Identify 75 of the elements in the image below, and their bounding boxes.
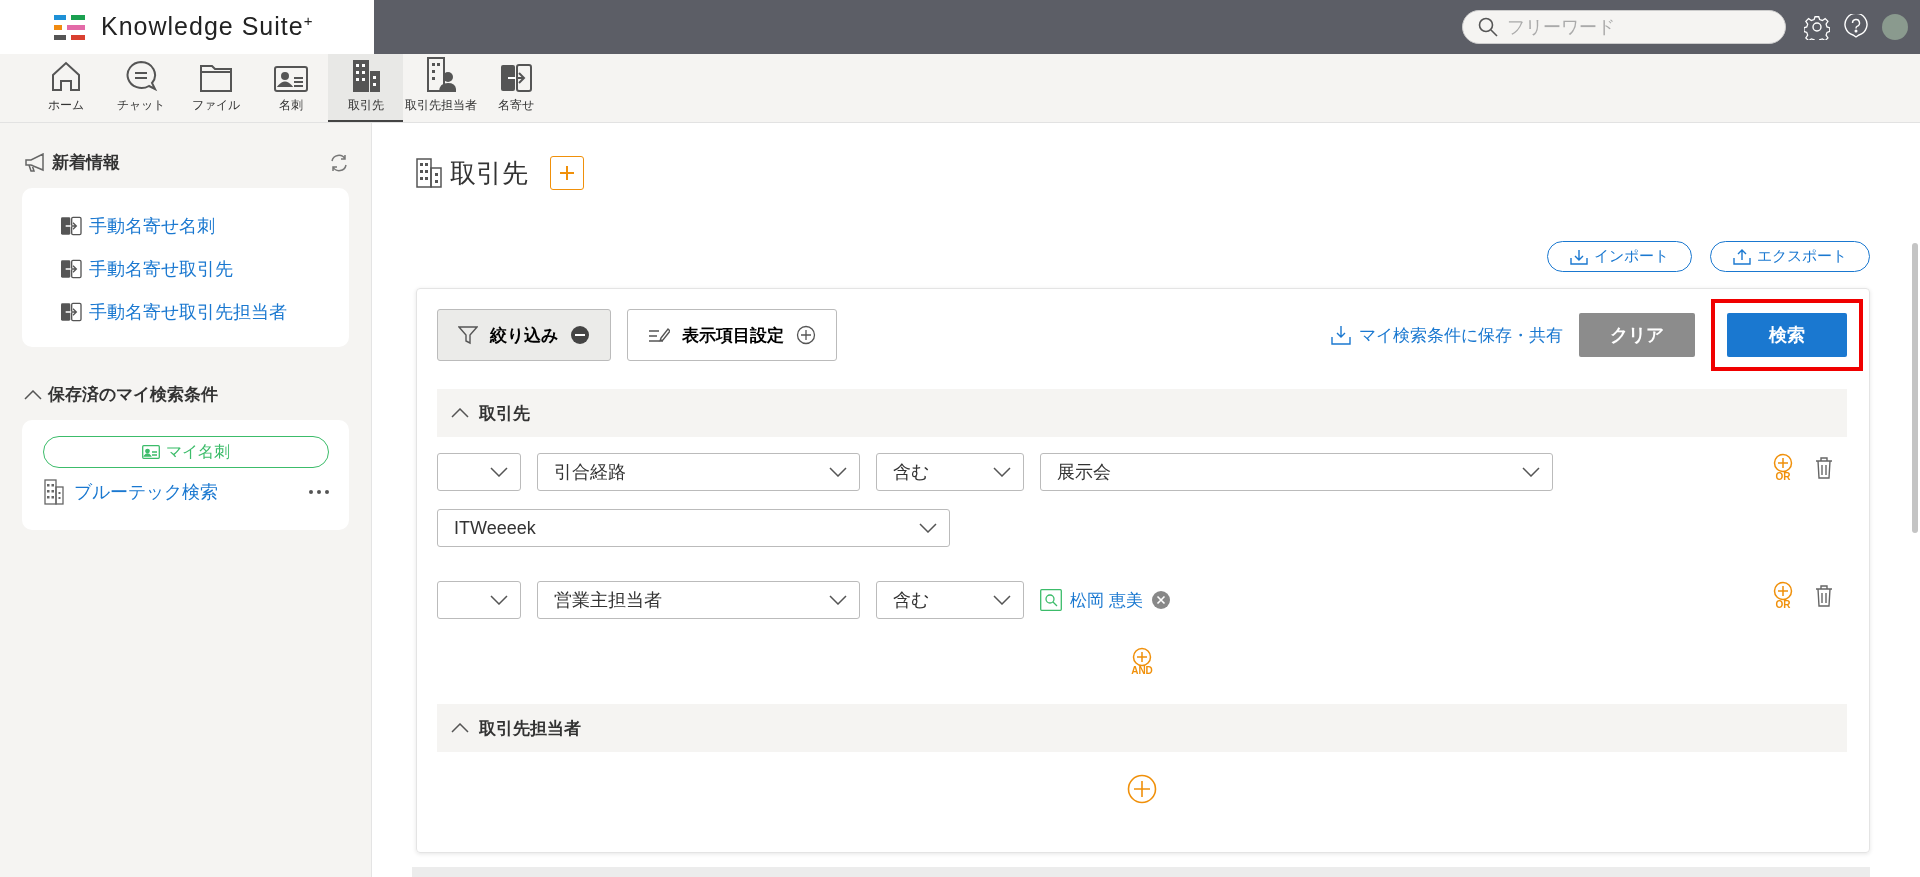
select-field[interactable]: 含む — [876, 581, 1024, 619]
page-title: 取引先 — [450, 156, 528, 190]
nav-tab[interactable]: チャット — [103, 54, 178, 122]
filter-button[interactable]: 絞り込み — [437, 309, 611, 361]
import-button[interactable]: インポート — [1547, 241, 1692, 272]
plus-icon — [559, 165, 575, 181]
chevron-icon — [829, 595, 847, 605]
logo-icon — [54, 14, 85, 40]
search-icon — [1478, 17, 1498, 37]
delete-icon[interactable] — [1815, 456, 1833, 479]
edit-list-icon — [648, 326, 670, 344]
section-header[interactable]: 取引先担当者 — [437, 704, 1847, 752]
chevron-icon — [829, 467, 847, 477]
help-icon[interactable] — [1844, 14, 1868, 40]
add-icon[interactable] — [1127, 774, 1157, 804]
scrollbar[interactable] — [1912, 243, 1918, 533]
filter-icon — [458, 325, 478, 345]
select-field[interactable]: 引合経路 — [537, 453, 860, 491]
merge-icon — [499, 63, 532, 93]
save-search-link[interactable]: マイ検索条件に保存・共有 — [1331, 323, 1563, 347]
chevron-icon — [993, 595, 1011, 605]
section-header[interactable]: 取引先 — [437, 389, 1847, 437]
select-field[interactable]: 含む — [876, 453, 1024, 491]
nav-tab[interactable]: ホーム — [28, 54, 103, 122]
select-field[interactable] — [437, 453, 521, 491]
search-field[interactable]: フリーワード — [1462, 10, 1786, 44]
search-icon — [1040, 589, 1062, 611]
merge-icon — [60, 301, 82, 322]
nav-tab[interactable]: ファイル — [178, 54, 253, 122]
select-field[interactable]: ITWeeeek — [437, 509, 950, 547]
merge-icon — [60, 258, 82, 279]
nav-tab[interactable]: 取引先担当者 — [403, 54, 478, 122]
avatar[interactable] — [1882, 14, 1908, 40]
add-button[interactable] — [550, 156, 584, 190]
megaphone-icon — [24, 152, 46, 173]
select-field[interactable]: 展示会 — [1040, 453, 1553, 491]
more-icon[interactable] — [309, 490, 329, 494]
saved-search-link[interactable]: ブルーテック検索 — [74, 480, 218, 504]
person-link[interactable]: 松岡 恵美 — [1070, 588, 1143, 612]
download-icon — [1570, 248, 1588, 265]
search-button[interactable]: 検索 — [1727, 313, 1847, 357]
settings-icon[interactable] — [1804, 14, 1830, 40]
business-card-icon — [273, 65, 308, 93]
chevron-icon — [919, 523, 937, 533]
building-icon — [350, 59, 381, 93]
news-link[interactable]: 手動名寄せ名刺 — [89, 213, 215, 238]
building-icon — [44, 479, 64, 505]
select-field[interactable]: 営業主担当者 — [537, 581, 860, 619]
export-button[interactable]: エクスポート — [1710, 241, 1870, 272]
section-title: 保存済のマイ検索条件 — [48, 384, 218, 406]
chevron-icon — [1522, 467, 1540, 477]
merge-icon — [60, 215, 82, 236]
folder-icon — [198, 63, 233, 93]
building-person-icon — [425, 57, 456, 93]
plus-circle-icon — [796, 325, 816, 345]
refresh-icon[interactable] — [329, 152, 349, 173]
nav-tab[interactable]: 名寄せ — [478, 54, 553, 122]
delete-icon[interactable] — [1815, 584, 1833, 607]
nav-tab[interactable]: 名刺 — [253, 54, 328, 122]
section-title: 新着情報 — [52, 152, 120, 174]
column-settings-button[interactable]: 表示項目設定 — [627, 309, 837, 361]
nav-tab[interactable]: 取引先 — [328, 54, 403, 122]
news-link[interactable]: 手動名寄せ取引先 — [89, 256, 233, 281]
remove-icon[interactable] — [1150, 590, 1171, 610]
chevron-icon — [490, 595, 508, 605]
news-link[interactable]: 手動名寄せ取引先担当者 — [89, 299, 287, 324]
minus-circle-icon — [570, 325, 590, 345]
select-field[interactable] — [437, 581, 521, 619]
chevron-icon — [993, 467, 1011, 477]
upload-icon — [1733, 248, 1751, 265]
building-icon — [416, 158, 442, 188]
business-card-icon — [142, 445, 160, 459]
logo-text: Knowledge Suite$^{+}$ — [101, 12, 314, 42]
download-icon — [1331, 325, 1351, 345]
chevron-icon — [490, 467, 508, 477]
